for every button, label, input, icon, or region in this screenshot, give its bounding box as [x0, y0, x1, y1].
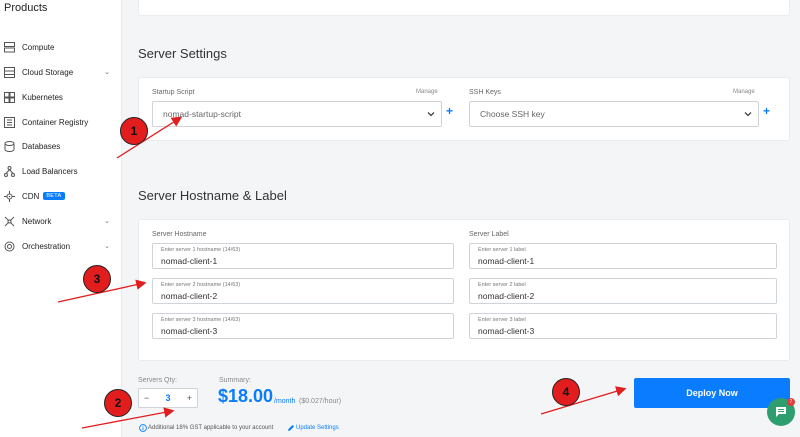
annotation-marker-2: 2: [104, 389, 132, 417]
annotation-marker-1: 1: [120, 117, 148, 145]
annotation-arrows: [57, 116, 627, 429]
annotation-marker-4: 4: [552, 378, 580, 406]
annotation-marker-3: 3: [83, 265, 111, 293]
